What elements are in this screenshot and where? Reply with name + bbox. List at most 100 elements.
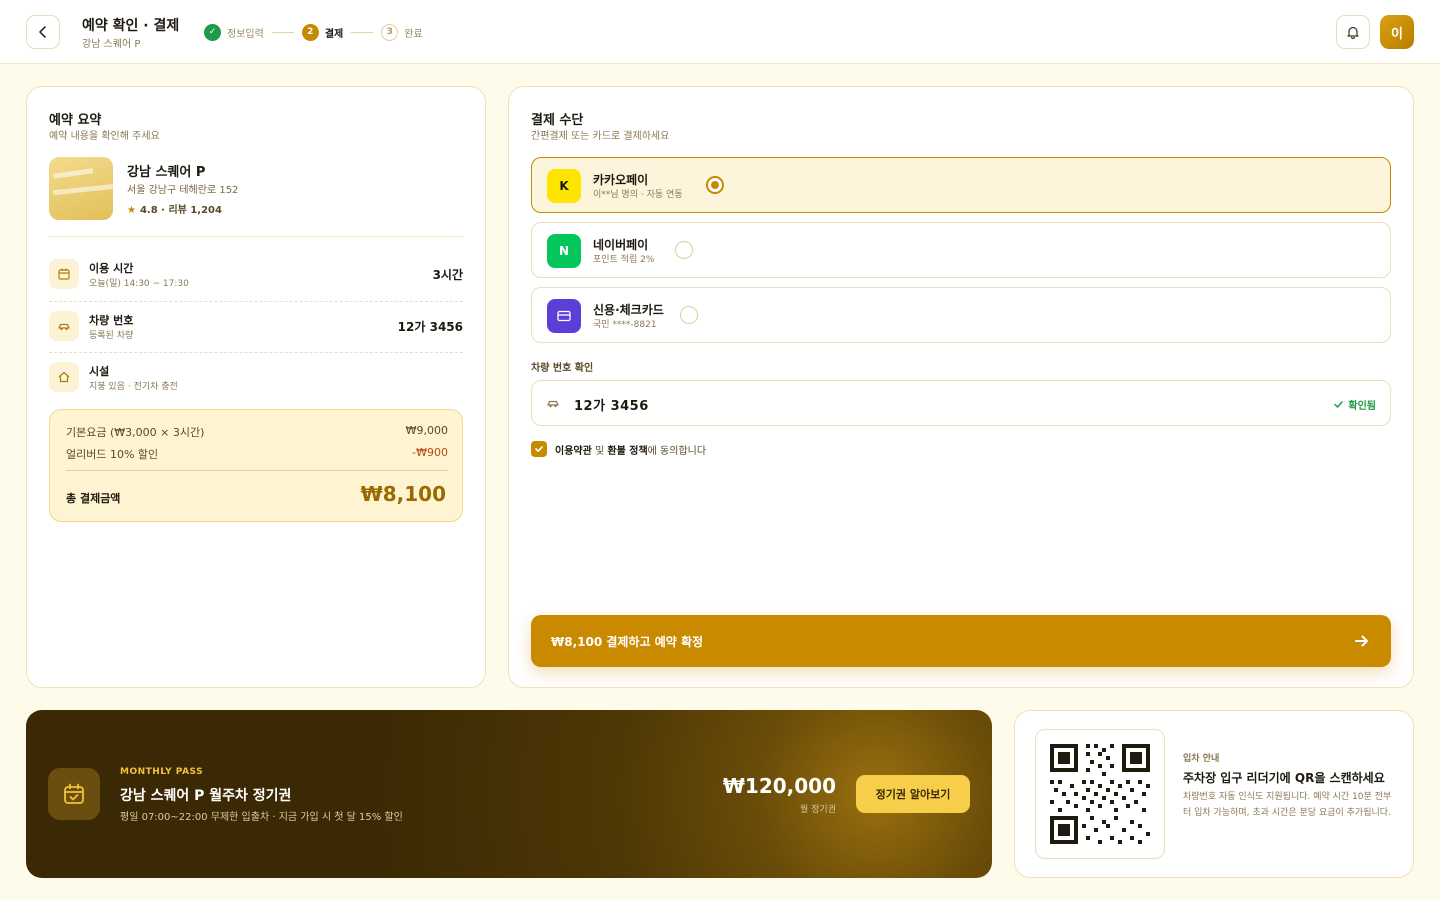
price-row-base: 기본요금 (₩3,000 × 3시간) ₩9,000 — [66, 424, 448, 440]
qr-title: 주차장 입구 리더기에 QR을 스캔하세요 — [1183, 771, 1385, 785]
qr-tag: 입차 안내 — [1183, 754, 1220, 764]
info-sub: 등록된 차량 — [89, 331, 134, 341]
info-label: 차량 번호 — [89, 314, 134, 327]
step-label: 결제 — [324, 28, 344, 40]
view-pass-button[interactable]: 정기권 알아보기 — [856, 775, 970, 813]
chevron-left-icon — [39, 26, 46, 38]
method-card[interactable]: 신용·체크카드 국민 ****-8821 — [531, 287, 1391, 343]
car-icon — [547, 400, 559, 408]
parking-thumbnail — [49, 157, 113, 220]
plate-label: 차량 번호 확인 — [531, 363, 594, 374]
radio-card[interactable] — [680, 306, 698, 324]
qr-entry-card: 입차 안내 주차장 입구 리더기에 QR을 스캔하세요 차량번호 자동 인식도 … — [1014, 710, 1414, 878]
info-row-time: 이용 시간 오늘(일) 14:30 ~ 17:30 3시간 — [49, 259, 463, 293]
agree-checkbox[interactable] — [531, 441, 547, 457]
payment-subtitle: 간편결제 또는 카드로 결제하세요 — [531, 131, 670, 142]
calendar-check-icon — [48, 768, 100, 820]
info-label: 시설 — [89, 365, 110, 378]
stepper: ✓ 정보입력 2 결제 3 완료 — [204, 23, 423, 41]
qr-code-image — [1050, 744, 1150, 844]
plate-value: 12가 3456 — [574, 399, 649, 414]
calendar-icon — [49, 259, 79, 289]
step-label: 완료 — [404, 28, 423, 40]
top-header: 예약 확인 · 결제 강남 스퀘어 P ✓ 정보입력 2 결제 3 완료 이 — [0, 0, 1440, 64]
place-name: 강남 스퀘어 P — [127, 165, 206, 180]
place-address: 서울 강남구 테헤란로 152 — [127, 185, 239, 196]
notification-button[interactable] — [1336, 15, 1370, 49]
agree-tail: 에 동의합니다 — [647, 445, 707, 457]
confirm-payment-button[interactable]: ₩8,100 결제하고 예약 확정 — [531, 615, 1391, 667]
step-connector — [351, 31, 374, 33]
payment-method-card: 결제 수단 간편결제 또는 카드로 결제하세요 K 카카오페이 이**님 명의 … — [508, 86, 1414, 688]
dashed-divider — [49, 352, 463, 353]
total-label: 총 결제금액 — [66, 492, 121, 505]
refund-link[interactable]: 환불 정책 — [607, 442, 647, 457]
page-title: 예약 확인 · 결제 — [82, 18, 180, 34]
place-rating: ★ 4.8 · 리뷰 1,204 — [127, 201, 222, 216]
star-icon: ★ — [127, 205, 136, 216]
arrow-right-icon — [1355, 635, 1368, 647]
terms-agreement[interactable]: 이용약관 및 환불 정책 에 동의합니다 — [531, 440, 706, 458]
step-info: ✓ 정보입력 — [204, 23, 264, 41]
price-value: ₩9,000 — [405, 424, 448, 437]
method-name: 신용·체크카드 — [593, 303, 664, 317]
step-connector — [271, 31, 294, 33]
method-name: 카카오페이 — [593, 173, 649, 187]
summary-title: 예약 요약 — [49, 113, 102, 128]
banner-tag: MONTHLY PASS — [120, 767, 204, 777]
divider — [66, 470, 448, 471]
avatar[interactable]: 이 — [1380, 15, 1414, 49]
step-number: 2 — [301, 23, 319, 41]
pass-price: ₩120,000 — [722, 774, 836, 798]
home-icon — [49, 362, 79, 392]
info-value: 3시간 — [432, 268, 463, 282]
total-value: ₩8,100 — [360, 482, 446, 506]
terms-link[interactable]: 이용약관 — [555, 442, 592, 457]
divider — [49, 236, 463, 237]
rating-text: 4.8 · 리뷰 1,204 — [139, 205, 222, 216]
payment-title: 결제 수단 — [531, 113, 584, 128]
monthly-pass-banner: MONTHLY PASS 강남 스퀘어 P 월주차 정기권 평일 07:00~2… — [26, 710, 992, 878]
info-sub: 지붕 있음 · 전기차 충전 — [89, 382, 178, 392]
naverpay-logo: N — [547, 234, 581, 268]
banner-title: 강남 스퀘어 P 월주차 정기권 — [120, 788, 292, 804]
bell-icon — [1347, 26, 1359, 39]
credit-card-icon — [547, 299, 581, 333]
radio-naverpay[interactable] — [675, 241, 693, 259]
method-sub: 이**님 명의 · 자동 연동 — [593, 190, 683, 200]
plate-verified-badge: 확인됨 — [1333, 397, 1376, 412]
price-breakdown: 기본요금 (₩3,000 × 3시간) ₩9,000 얼리버드 10% 할인 -… — [49, 409, 463, 522]
step-payment: 2 결제 — [301, 23, 344, 41]
step-number: 3 — [381, 23, 399, 41]
reservation-summary-card: 예약 요약 예약 내용을 확인해 주세요 강남 스퀘어 P 서울 강남구 테헤란… — [26, 86, 486, 688]
summary-subtitle: 예약 내용을 확인해 주세요 — [49, 131, 160, 142]
dashed-divider — [49, 301, 463, 302]
info-sub: 오늘(일) 14:30 ~ 17:30 — [89, 279, 189, 289]
qr-code — [1035, 729, 1165, 859]
qr-description: 차량번호 자동 인식도 지원됩니다. 예약 시간 10분 전부터 입차 가능하며… — [1183, 792, 1392, 818]
agree-conj: 및 — [591, 445, 608, 457]
method-naverpay[interactable]: N 네이버페이 포인트 적립 2% — [531, 222, 1391, 278]
check-icon — [1334, 401, 1344, 408]
price-value: -₩900 — [412, 446, 448, 459]
back-button[interactable] — [26, 15, 60, 49]
price-row-discount: 얼리버드 10% 할인 -₩900 — [66, 446, 448, 462]
info-row-vehicle: 차량 번호 등록된 차량 12가 3456 — [49, 311, 463, 345]
plate-field[interactable]: 12가 3456 확인됨 — [531, 380, 1391, 426]
car-icon — [49, 311, 79, 341]
step-label: 정보입력 — [227, 28, 264, 40]
banner-description: 평일 07:00~22:00 무제한 입출차 · 지금 가입 시 첫 달 15%… — [120, 812, 403, 823]
info-row-facility: 시설 지붕 있음 · 전기차 충전 — [49, 362, 463, 396]
check-icon: ✓ — [204, 23, 221, 41]
method-sub: 국민 ****-8821 — [593, 320, 657, 330]
price-label: 얼리버드 10% 할인 — [66, 448, 159, 461]
pass-price-label: 월 정기권 — [800, 805, 836, 815]
radio-kakaopay[interactable] — [706, 176, 724, 194]
price-label: 기본요금 (₩3,000 × 3시간) — [66, 426, 205, 439]
method-sub: 포인트 적립 2% — [593, 255, 655, 265]
method-kakaopay[interactable]: K 카카오페이 이**님 명의 · 자동 연동 — [531, 157, 1391, 213]
info-value: 12가 3456 — [397, 320, 463, 334]
info-label: 이용 시간 — [89, 262, 134, 275]
plate-status: 확인됨 — [1348, 401, 1376, 412]
page-subtitle: 강남 스퀘어 P — [82, 39, 141, 50]
